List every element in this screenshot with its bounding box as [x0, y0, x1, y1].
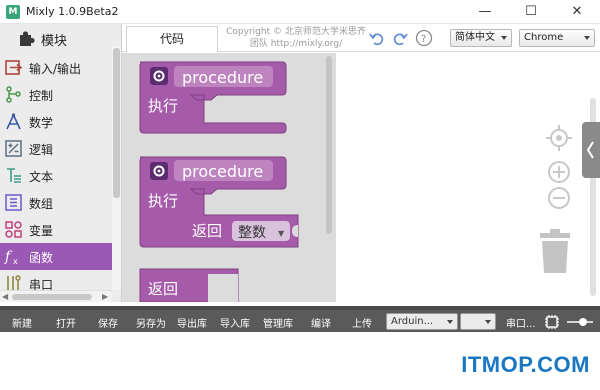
help-icon[interactable]: ?: [415, 29, 433, 47]
scroll-right-icon[interactable]: ▶: [102, 291, 108, 302]
new-button[interactable]: 新建: [12, 315, 32, 330]
workspace-controls: [540, 125, 572, 273]
redo-icon[interactable]: [391, 29, 409, 47]
control-icon: [6, 86, 21, 103]
undo-icon[interactable]: [368, 29, 386, 47]
expand-panel-button[interactable]: [582, 122, 600, 178]
return-label: 返回: [148, 280, 178, 298]
save-as-button[interactable]: 另存为: [136, 315, 166, 330]
io-icon: [5, 60, 23, 75]
zoom-in-icon[interactable]: [548, 161, 570, 183]
block-flyout: procedure 执行 procedure 执行 返回 整数 ▼ 返回: [122, 53, 336, 302]
minimize-button[interactable]: —: [462, 0, 508, 24]
sidebar-title: 模块: [41, 34, 68, 49]
watermark: ITMOP.COM: [461, 352, 590, 377]
export-lib-button[interactable]: 导出库: [177, 315, 207, 330]
import-lib-button[interactable]: 导入库: [220, 315, 250, 330]
category-io[interactable]: 输入/输出: [0, 54, 112, 81]
category-label: 数组: [29, 197, 54, 211]
category-sidebar: 模块 输入/输出 控制 数学 逻辑 文本 数组 变量 f x 函数 串口 ◀ ▶: [0, 24, 122, 302]
function-icon: f x: [4, 249, 18, 266]
procedure-name: procedure: [182, 68, 263, 87]
return-type: 整数: [238, 225, 266, 241]
manage-lib-button[interactable]: 管理库: [263, 315, 293, 330]
board-select[interactable]: Arduin...: [386, 313, 458, 330]
app-logo-icon: M: [6, 5, 20, 19]
flyout-canvas: procedure 执行 procedure 执行 返回 整数 ▼ 返回: [139, 61, 299, 302]
variable-icon: [5, 221, 22, 238]
header-bar: 代码 Copyright © 北京师范大学米思齐 团队 http://mixly…: [122, 24, 600, 52]
category-control[interactable]: 控制: [0, 81, 112, 108]
category-variable[interactable]: 变量: [0, 216, 112, 243]
window-title: Mixly 1.0.9Beta2: [26, 5, 119, 18]
category-label: 输入/输出: [29, 62, 82, 76]
compile-button[interactable]: 编译: [311, 315, 331, 330]
procedure-block[interactable]: procedure 执行: [139, 61, 287, 134]
category-math[interactable]: 数学: [0, 108, 112, 135]
mixly-window: M Mixly 1.0.9Beta2 — ☐ ✕ 模块 输入/输出 控制 数学 …: [0, 0, 600, 390]
port-select[interactable]: [460, 313, 496, 330]
procedure-return-block[interactable]: procedure 执行 返回 整数 ▼: [139, 156, 299, 248]
sidebar-horizontal-scrollbar[interactable]: ◀ ▶: [0, 290, 112, 302]
maximize-button[interactable]: ☐: [508, 0, 554, 24]
bottom-toolbar: 新建 打开 保存 另存为 导出库 导入库 管理库 编译 上传 Arduin...…: [0, 306, 600, 332]
chip-icon[interactable]: [544, 314, 560, 330]
svg-text:x: x: [13, 257, 18, 266]
category-label: 文本: [29, 170, 54, 184]
open-button[interactable]: 打开: [56, 315, 76, 330]
chevron-left-icon: [586, 141, 594, 159]
center-target-icon[interactable]: [546, 125, 572, 151]
copyright-notice: Copyright © 北京师范大学米思齐 团队 http://mixly.or…: [226, 27, 366, 49]
zoom-out-icon[interactable]: [548, 187, 570, 209]
flyout-scrollbar[interactable]: [326, 56, 332, 234]
math-icon: [6, 113, 21, 130]
sidebar-header: 模块: [0, 24, 112, 54]
text-icon: [7, 168, 21, 183]
trash-icon[interactable]: [540, 229, 570, 273]
tab-code[interactable]: 代码: [126, 26, 218, 52]
return-block[interactable]: 返回: [139, 268, 239, 302]
category-label: 函数: [29, 251, 54, 265]
category-array[interactable]: 数组: [0, 189, 112, 216]
serial-monitor-button[interactable]: 串口...: [506, 315, 536, 330]
puzzle-icon: [20, 31, 35, 46]
category-text[interactable]: 文本: [0, 162, 112, 189]
language-select[interactable]: 简体中文: [450, 29, 512, 47]
do-label: 执行: [148, 192, 178, 210]
logic-icon: [5, 140, 22, 157]
array-icon: [5, 194, 22, 211]
sidebar-scrollbar[interactable]: [112, 46, 121, 290]
do-label: 执行: [148, 97, 178, 115]
procedure-name: procedure: [182, 162, 263, 181]
chevron-down-icon: ▼: [278, 229, 285, 238]
return-label: 返回: [192, 222, 222, 240]
category-function[interactable]: f x 函数: [0, 243, 112, 270]
svg-text:?: ?: [421, 34, 426, 45]
upload-button[interactable]: 上传: [352, 315, 372, 330]
category-logic[interactable]: 逻辑: [0, 135, 112, 162]
close-button[interactable]: ✕: [554, 0, 600, 24]
svg-text:f: f: [4, 249, 13, 265]
save-button[interactable]: 保存: [98, 315, 118, 330]
scroll-left-icon[interactable]: ◀: [2, 291, 8, 302]
title-bar: M Mixly 1.0.9Beta2 — ☐ ✕: [0, 0, 600, 24]
browser-select[interactable]: Chrome: [519, 29, 595, 47]
category-label: 逻辑: [29, 143, 54, 157]
workspace[interactable]: [336, 53, 600, 302]
toggle-slider[interactable]: [566, 316, 594, 328]
category-label: 变量: [29, 224, 54, 238]
category-label: 数学: [29, 116, 54, 130]
category-label: 控制: [29, 89, 54, 103]
